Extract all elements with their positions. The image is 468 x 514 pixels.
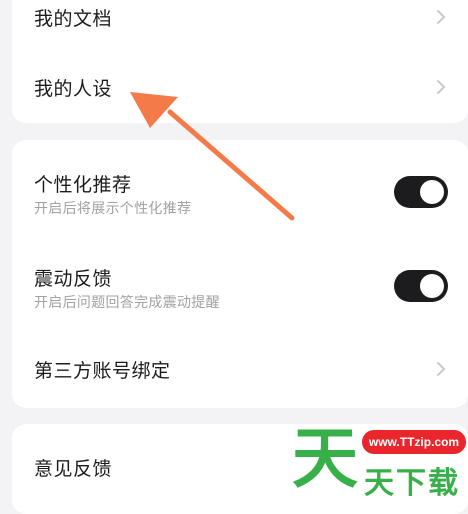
my-persona-label: 我的人设 (34, 78, 113, 100)
toggle-knob (420, 274, 444, 298)
personalized-recommend-row: 个性化推荐 开启后将展示个性化推荐 (12, 168, 468, 218)
toggle-knob (420, 180, 444, 204)
ttzip-watermark: 天 www.TTzip.com 天下载 (292, 420, 468, 501)
personalized-recommend-desc: 开启后将展示个性化推荐 (34, 201, 192, 217)
vibration-feedback-row: 震动反馈 开启后问题回答完成震动提醒 (12, 262, 468, 312)
my-documents-label: 我的文档 (34, 8, 113, 30)
chevron-right-icon (437, 80, 445, 94)
personalized-recommend-toggle[interactable] (394, 176, 448, 208)
chevron-right-icon (437, 10, 445, 24)
third-party-binding-row[interactable]: 第三方账号绑定 (12, 352, 468, 386)
watermark-text: 天下载 (364, 466, 460, 501)
settings-card-preferences: 个性化推荐 开启后将展示个性化推荐 震动反馈 开启后问题回答完成震动提醒 第三方… (12, 140, 468, 408)
vibration-feedback-label: 震动反馈 (34, 268, 113, 290)
vibration-feedback-desc: 开启后问题回答完成震动提醒 (34, 295, 220, 311)
feedback-label: 意见反馈 (34, 458, 113, 480)
personalized-recommend-label: 个性化推荐 (34, 174, 132, 196)
my-documents-row[interactable]: 我的文档 (12, 0, 468, 34)
vibration-feedback-toggle[interactable] (394, 270, 448, 302)
settings-card-documents: 我的文档 我的人设 (12, 0, 468, 123)
my-persona-row[interactable]: 我的人设 (12, 70, 468, 104)
watermark-url: www.TTzip.com (362, 430, 466, 454)
third-party-binding-label: 第三方账号绑定 (34, 360, 171, 382)
watermark-logo-char: 天 (292, 420, 358, 497)
chevron-right-icon (437, 362, 445, 376)
